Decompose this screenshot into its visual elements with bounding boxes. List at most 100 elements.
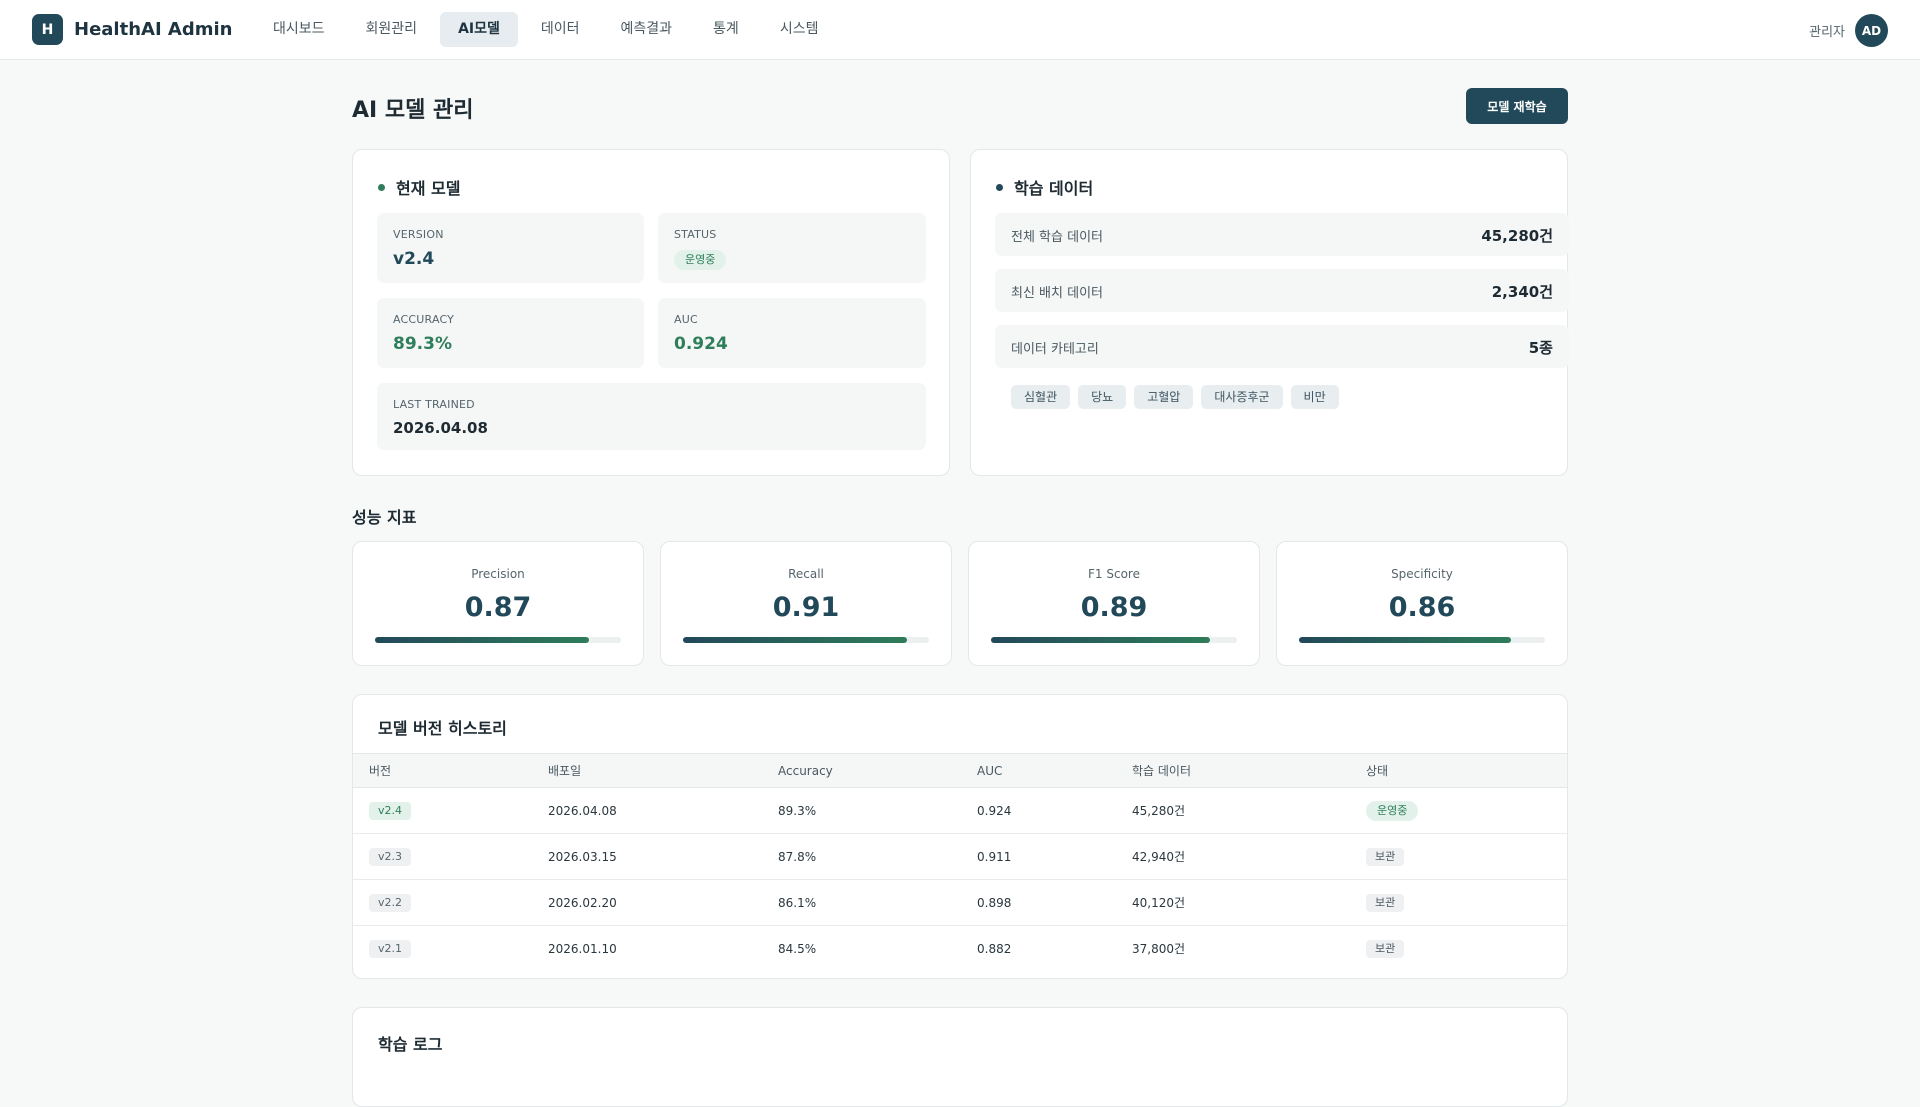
latest-batch-data-row: 최신 배치 데이터 2,340건 [995,269,1569,312]
version-history-title: 모델 버전 히스토리 [378,719,507,738]
main-nav: 대시보드 회원관리 AI모델 데이터 예측결과 통계 시스템 [255,12,841,47]
metric-progress-fill [683,637,907,643]
brand[interactable]: H HealthAI Admin [32,14,232,45]
training-log-card: 학습 로그 [352,1007,1568,1107]
accuracy-cell: 86.1% [762,879,961,926]
status-dot-icon [996,183,1003,191]
metric-card-recall: Recall 0.91 [660,541,952,666]
auc-value: 0.924 [674,334,728,354]
category-tag: 심혈관 [1011,385,1071,409]
version-history-card: 모델 버전 히스토리 버전 배포일 Accuracy AUC 학습 데이터 상태… [352,694,1568,979]
category-tag: 고혈압 [1134,385,1194,409]
status-badge: 운영중 [1366,800,1419,821]
column-header-accuracy: Accuracy [762,753,961,788]
auc-cell: 0.911 [961,833,1116,880]
avatar[interactable]: AD [1855,14,1888,47]
accuracy-label: ACCURACY [393,313,455,326]
training-data-title-text: 학습 데이터 [1014,179,1094,198]
table-row[interactable]: v2.1 2026.01.10 84.5% 0.882 37,800건 보관 [353,926,1567,972]
metric-card-precision: Precision 0.87 [352,541,644,666]
training-data-cell: 42,940건 [1116,833,1350,880]
nav-item-system[interactable]: 시스템 [762,12,837,47]
metric-card-f1-score: F1 Score 0.89 [968,541,1260,666]
status-badge: 보관 [1366,847,1405,866]
deploy-date-cell: 2026.01.10 [548,941,617,956]
status-label: STATUS [674,228,717,241]
nav-item-data[interactable]: 데이터 [523,12,598,47]
metric-progress-fill [375,637,590,643]
nav-item-predictions[interactable]: 예측결과 [603,12,691,47]
column-header-auc: AUC [961,753,1116,788]
version-cell: VERSION v2.4 [377,213,644,283]
table-row[interactable]: v2.2 2026.02.20 86.1% 0.898 40,120건 보관 [353,879,1567,926]
training-log-title: 학습 로그 [378,1035,443,1054]
nav-item-statistics[interactable]: 통계 [695,12,757,47]
table-header-row: 버전 배포일 Accuracy AUC 학습 데이터 상태 [353,753,1567,788]
training-data-cell: 40,120건 [1116,879,1350,926]
user-menu[interactable]: 관리자 AD [1809,14,1888,47]
auc-cell: 0.898 [961,879,1116,926]
auc-cell: 0.882 [977,941,1012,956]
data-category-row: 데이터 카테고리 5종 [995,325,1569,368]
metric-label: F1 Score [1088,567,1140,581]
top-navigation-bar: H HealthAI Admin 대시보드 회원관리 AI모델 데이터 예측결과… [0,0,1920,60]
current-model-card: 현재 모델 VERSION v2.4 STATUS 운영중 ACCURACY 8… [352,149,950,476]
auc-cell: AUC 0.924 [658,298,926,368]
version-badge: v2.2 [369,893,412,912]
training-data-cell: 45,280건 [1116,787,1350,834]
current-model-title-text: 현재 모델 [396,179,461,198]
last-trained-value: 2026.04.08 [393,419,488,437]
brand-name: HealthAI Admin [74,19,233,40]
total-training-data-value: 45,280건 [1481,227,1553,245]
nav-item-ai-model[interactable]: AI모델 [440,12,518,47]
status-badge: 운영중 [674,250,727,270]
metric-card-specificity: Specificity 0.86 [1276,541,1568,666]
metric-progress-bar [991,637,1237,643]
status-badge: 보관 [1366,939,1405,958]
deploy-date-cell: 2026.03.15 [532,833,762,880]
accuracy-cell: 89.3% [762,787,961,834]
accuracy-cell: 84.5% [778,941,817,956]
column-header-training-data: 학습 데이터 [1116,753,1350,788]
table-row[interactable]: v2.4 2026.04.08 89.3% 0.924 45,280건 운영중 [353,787,1567,834]
retrain-model-button[interactable]: 모델 재학습 [1466,88,1568,124]
last-trained-label: LAST TRAINED [393,398,475,411]
table-row[interactable]: v2.3 2026.03.15 87.8% 0.911 42,940건 보관 [353,833,1567,880]
metric-value: 0.86 [1388,592,1456,623]
status-dot-icon [378,183,385,191]
nav-item-members[interactable]: 회원관리 [348,12,436,47]
data-category-label: 데이터 카테고리 [1011,342,1099,357]
training-data-cell: 37,800건 [1132,942,1186,957]
metric-progress-fill [991,637,1210,643]
column-header-deploy-date: 배포일 [532,753,762,788]
accuracy-value: 89.3% [393,334,452,354]
metric-progress-bar [683,637,929,643]
metrics-section-title: 성능 지표 [352,508,417,527]
category-tag: 대사증후군 [1201,385,1283,409]
metric-label: Recall [788,567,824,581]
total-training-data-row: 전체 학습 데이터 45,280건 [995,213,1569,256]
training-data-title: 학습 데이터 [996,175,1093,199]
category-tag: 비만 [1290,385,1339,409]
user-role-label: 관리자 [1809,25,1845,40]
page-title: AI 모델 관리 [352,98,474,123]
last-trained-cell: LAST TRAINED 2026.04.08 [377,383,926,450]
deploy-date-cell: 2026.02.20 [532,879,762,926]
auc-label: AUC [674,313,698,326]
metric-progress-bar [375,637,621,643]
version-value: v2.4 [393,249,435,269]
column-header-status: 상태 [1350,753,1567,788]
column-header-version: 버전 [353,753,532,788]
category-tag: 당뇨 [1078,385,1127,409]
version-badge: v2.3 [369,847,412,866]
category-tags: 심혈관 당뇨 고혈압 대사증후군 비만 [1011,385,1347,409]
status-cell: STATUS 운영중 [658,213,926,283]
metric-label: Specificity [1391,567,1453,581]
nav-item-dashboard[interactable]: 대시보드 [255,12,343,47]
version-badge: v2.1 [369,939,412,958]
accuracy-cell: ACCURACY 89.3% [377,298,644,368]
metric-label: Precision [471,567,525,581]
metric-value: 0.87 [464,592,532,623]
total-training-data-label: 전체 학습 데이터 [1011,230,1103,245]
brand-logo-icon: H [32,14,63,45]
